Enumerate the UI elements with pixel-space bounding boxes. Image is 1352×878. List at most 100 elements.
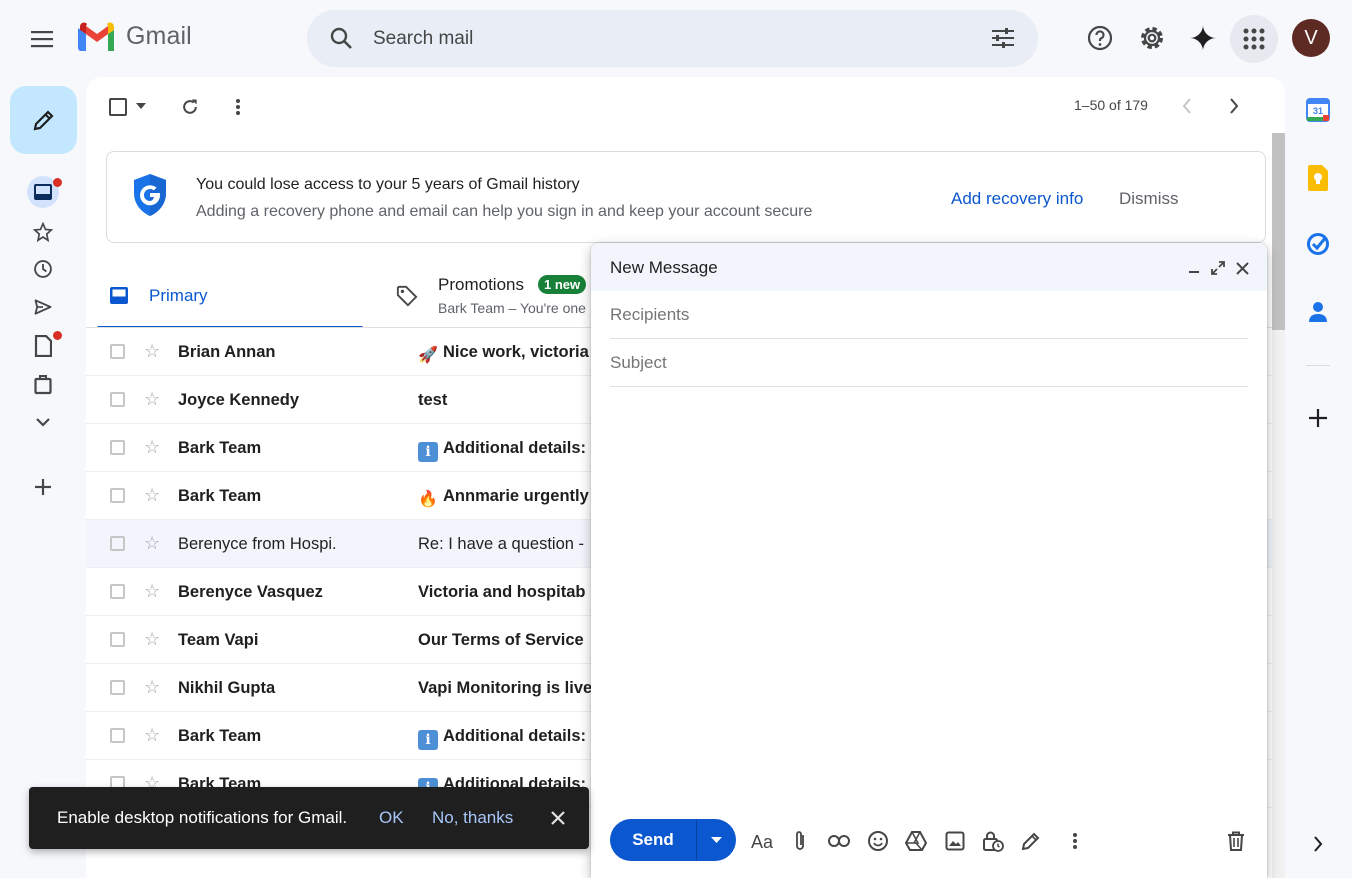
info-emoji-icon: i xyxy=(418,442,438,462)
nav-sent[interactable] xyxy=(27,291,59,323)
google-tasks-icon[interactable] xyxy=(1304,230,1332,258)
email-subject-text: Additional details: xyxy=(443,439,587,457)
refresh-icon[interactable] xyxy=(178,95,202,119)
star-icon[interactable]: ☆ xyxy=(144,533,160,554)
email-subject-text: Re: I have a question - xyxy=(418,535,585,553)
google-calendar-icon[interactable]: 31 xyxy=(1304,96,1332,124)
fire-emoji-icon: 🔥 xyxy=(418,491,438,508)
close-icon[interactable] xyxy=(1233,259,1251,277)
signature-pen-icon[interactable] xyxy=(1019,829,1043,853)
google-contacts-icon[interactable] xyxy=(1304,298,1332,326)
star-icon[interactable]: ☆ xyxy=(144,389,160,410)
gemini-sparkle-icon[interactable] xyxy=(1189,24,1217,52)
compose-header[interactable]: New Message xyxy=(591,243,1267,291)
email-sender: Nikhil Gupta xyxy=(178,679,276,697)
tab-promotions-label: Promotions xyxy=(438,275,524,294)
add-recovery-info-button[interactable]: Add recovery info xyxy=(951,189,1083,209)
row-checkbox[interactable] xyxy=(110,728,125,743)
minimize-icon[interactable] xyxy=(1185,259,1203,277)
inbox-icon xyxy=(34,184,52,200)
more-vert-icon[interactable] xyxy=(226,95,250,119)
create-label-button[interactable] xyxy=(27,471,59,503)
star-icon[interactable]: ☆ xyxy=(144,485,160,506)
svg-text:31: 31 xyxy=(1313,106,1323,116)
star-icon[interactable]: ☆ xyxy=(144,677,160,698)
toast-ok-button[interactable]: OK xyxy=(379,808,404,828)
get-addons-plus-icon[interactable] xyxy=(1304,404,1332,432)
checkbox-square-icon xyxy=(109,98,127,116)
discard-trash-icon[interactable] xyxy=(1224,829,1248,853)
email-subject-text: Victoria and hospitab xyxy=(418,583,586,601)
main-menu-icon[interactable] xyxy=(27,24,59,54)
search-input[interactable]: Search mail xyxy=(373,28,473,50)
row-checkbox[interactable] xyxy=(110,680,125,695)
insert-link-icon[interactable] xyxy=(827,829,851,853)
scrollbar-thumb[interactable] xyxy=(1272,133,1285,330)
star-icon[interactable]: ☆ xyxy=(144,437,160,458)
inbox-unread-dot xyxy=(53,178,62,187)
select-all-checkbox[interactable] xyxy=(108,97,128,117)
search-icon[interactable] xyxy=(327,24,355,52)
google-drive-icon[interactable] xyxy=(904,829,928,853)
toast-close-icon[interactable] xyxy=(547,807,569,829)
toast-no-thanks-button[interactable]: No, thanks xyxy=(432,808,513,828)
side-panel-toggle-chevron-right-icon[interactable] xyxy=(1304,830,1332,858)
star-icon[interactable]: ☆ xyxy=(144,725,160,746)
search-options-icon[interactable] xyxy=(989,24,1017,52)
attach-paperclip-icon[interactable] xyxy=(788,829,812,853)
emoji-icon[interactable] xyxy=(866,829,890,853)
more-options-icon[interactable] xyxy=(1063,829,1087,853)
email-subject: 🔥 Annmarie urgently xyxy=(418,487,589,510)
subject-placeholder: Subject xyxy=(610,353,667,372)
nav-snoozed[interactable] xyxy=(27,253,59,285)
google-shield-icon xyxy=(134,174,166,216)
star-icon xyxy=(33,222,53,242)
nav-more[interactable] xyxy=(27,406,59,438)
info-emoji-icon: i xyxy=(418,730,438,750)
help-icon[interactable] xyxy=(1086,24,1114,52)
row-checkbox[interactable] xyxy=(110,488,125,503)
tab-primary[interactable]: Primary xyxy=(96,265,364,329)
row-checkbox[interactable] xyxy=(110,440,125,455)
compose-button[interactable] xyxy=(10,86,77,154)
subject-field[interactable]: Subject xyxy=(610,339,1248,387)
account-avatar[interactable]: V xyxy=(1292,19,1330,57)
row-checkbox[interactable] xyxy=(110,632,125,647)
message-body[interactable] xyxy=(610,393,1248,803)
confidential-mode-lock-icon[interactable] xyxy=(981,829,1005,853)
select-dropdown-icon[interactable] xyxy=(134,99,148,113)
star-icon[interactable]: ☆ xyxy=(144,629,160,650)
star-icon[interactable]: ☆ xyxy=(144,581,160,602)
side-panel-divider xyxy=(1306,365,1330,366)
banner-title: You could lose access to your 5 years of… xyxy=(196,176,580,193)
nav-starred[interactable] xyxy=(27,216,59,248)
formatting-options-icon[interactable]: Aa xyxy=(750,829,778,853)
gmail-logo[interactable]: Gmail xyxy=(78,22,192,51)
star-icon[interactable]: ☆ xyxy=(144,341,160,362)
nav-purchases[interactable] xyxy=(27,368,59,400)
send-options-dropdown-icon[interactable] xyxy=(697,819,736,861)
row-checkbox[interactable] xyxy=(110,344,125,359)
dismiss-button[interactable]: Dismiss xyxy=(1119,189,1179,209)
row-checkbox[interactable] xyxy=(110,392,125,407)
email-subject: Re: I have a question - xyxy=(418,535,584,554)
search-bar[interactable]: Search mail xyxy=(307,10,1038,67)
insert-photo-icon[interactable] xyxy=(943,829,967,853)
email-subject: i Additional details: xyxy=(418,439,586,462)
expand-icon[interactable] xyxy=(1209,259,1227,277)
tab-promotions[interactable]: Promotions 1 new Bark Team – You're one xyxy=(386,265,606,329)
email-sender: Team Vapi xyxy=(178,631,259,649)
recipients-field[interactable]: Recipients xyxy=(610,291,1248,339)
send-button[interactable]: Send xyxy=(610,819,696,861)
row-checkbox[interactable] xyxy=(110,536,125,551)
google-keep-icon[interactable] xyxy=(1304,164,1332,192)
row-checkbox[interactable] xyxy=(110,584,125,599)
prev-page-chevron-left-icon[interactable] xyxy=(1176,95,1198,117)
email-subject: Vapi Monitoring is live xyxy=(418,679,592,698)
next-page-chevron-right-icon[interactable] xyxy=(1223,95,1245,117)
inbox-tab-icon xyxy=(110,287,128,304)
email-subject: 🚀 Nice work, victoria xyxy=(418,343,589,366)
settings-gear-icon[interactable] xyxy=(1138,24,1166,52)
tab-primary-label: Primary xyxy=(149,286,208,305)
google-apps-button[interactable] xyxy=(1230,15,1278,63)
